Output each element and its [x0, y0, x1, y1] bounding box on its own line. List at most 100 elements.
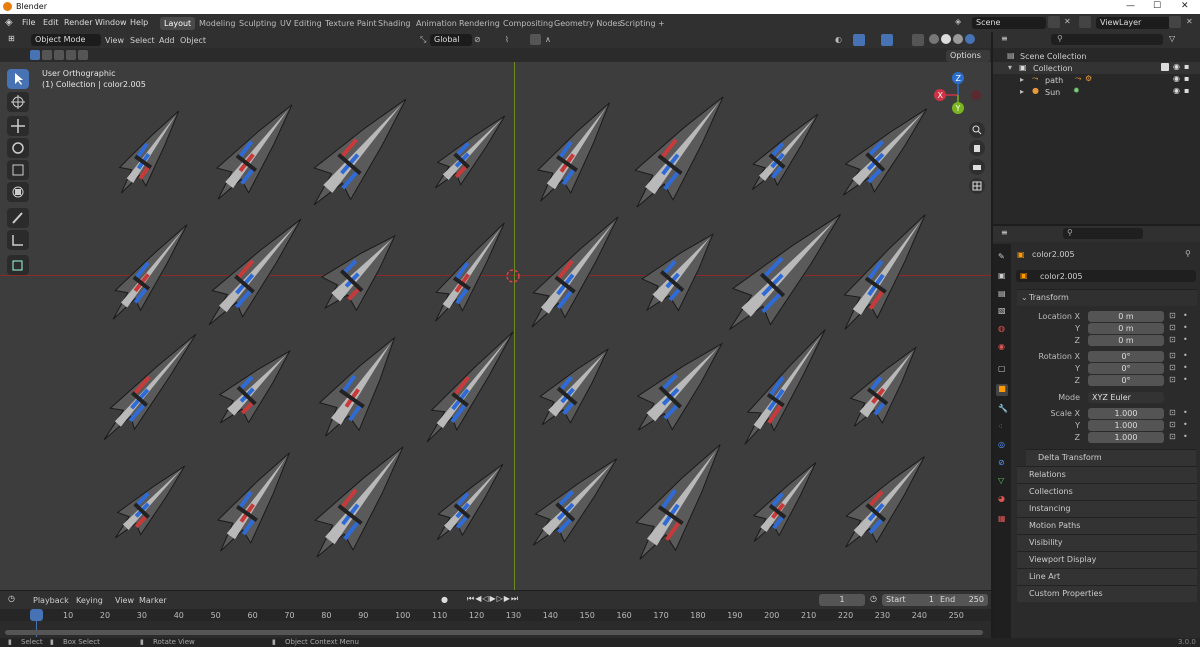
tab-uv-editing[interactable]: UV Editing	[276, 17, 326, 30]
lock-icon[interactable]: ⊡	[1169, 351, 1176, 360]
outliner-row-collection[interactable]: ▾ ▣ Collection ◉ ▪	[993, 62, 1200, 74]
spaceship-model[interactable]	[516, 205, 634, 340]
keyframe-dot-icon[interactable]: •	[1183, 375, 1188, 384]
spaceship-model[interactable]	[629, 219, 731, 326]
tab-compositing[interactable]: Compositing	[499, 17, 557, 30]
spaceship-model[interactable]	[202, 92, 307, 211]
viewport-menu-select[interactable]: Select	[130, 36, 155, 45]
outliner-editor-icon[interactable]: ≡	[1001, 34, 1008, 43]
render-tab-icon[interactable]: ▣	[998, 271, 1006, 280]
add-workspace-icon[interactable]: +	[654, 17, 669, 30]
scale-x-field[interactable]: 1.000	[1088, 408, 1164, 419]
spaceship-model[interactable]	[519, 445, 631, 559]
location-z-field[interactable]: 0 m	[1088, 335, 1164, 346]
keyframe-dot-icon[interactable]: •	[1183, 408, 1188, 417]
data-tab-icon[interactable]: ▽	[998, 476, 1004, 485]
keyframe-dot-icon[interactable]: •	[1183, 351, 1188, 360]
remove-viewlayer-icon[interactable]: ✕	[1186, 17, 1193, 26]
spaceship-model[interactable]	[100, 215, 199, 329]
spaceship-model[interactable]	[422, 214, 517, 331]
keyframe-dot-icon[interactable]: •	[1183, 335, 1188, 344]
modifier-tab-icon[interactable]: 🔧	[998, 404, 1008, 413]
output-tab-icon[interactable]: ▤	[998, 289, 1006, 298]
sun-eye-icon[interactable]: ◉	[1173, 86, 1180, 95]
keyframe-dot-icon[interactable]: •	[1183, 420, 1188, 429]
visibility-panel[interactable]: Visibility	[1017, 534, 1197, 551]
spaceship-model[interactable]	[108, 102, 192, 202]
lock-icon[interactable]: ⊡	[1169, 323, 1176, 332]
sun-expand-icon[interactable]: ▸	[1020, 87, 1024, 96]
new-viewlayer-icon[interactable]	[1169, 16, 1181, 28]
spaceship-model[interactable]	[424, 105, 516, 199]
orientation-dropdown[interactable]: Global	[430, 34, 472, 46]
blender-menu-icon[interactable]: ◈	[5, 17, 13, 28]
visibility-icon[interactable]: ◐	[835, 35, 842, 44]
spaceship-model[interactable]	[838, 335, 931, 438]
timeline-editor-icon[interactable]: ◷	[8, 594, 15, 603]
select-mode-intersect-icon[interactable]	[78, 50, 88, 60]
spaceship-model[interactable]	[831, 444, 940, 561]
viewport-display-panel[interactable]: Viewport Display	[1017, 551, 1197, 568]
menu-render[interactable]: Render	[64, 18, 92, 27]
select-mode-invert-icon[interactable]	[66, 50, 76, 60]
spaceship-model[interactable]	[298, 432, 422, 572]
physics-tab-icon[interactable]: ◎	[998, 440, 1005, 449]
timeline-menu-view[interactable]: View	[115, 596, 134, 605]
lock-icon[interactable]: ⊡	[1169, 375, 1176, 384]
current-frame-field[interactable]: 1	[819, 594, 865, 606]
lock-icon[interactable]: ⊡	[1169, 408, 1176, 417]
location-x-field[interactable]: 0 m	[1088, 311, 1164, 322]
scene-collection-label[interactable]: Scene Collection	[1020, 52, 1087, 61]
collection-tab-icon[interactable]: ▢	[998, 364, 1006, 373]
spaceship-model[interactable]	[92, 324, 208, 451]
select-mode-subtract-icon[interactable]	[54, 50, 64, 60]
overlay-icon[interactable]	[881, 34, 893, 46]
gizmo-icon[interactable]	[853, 34, 865, 46]
close-icon[interactable]: ✕	[1181, 1, 1189, 11]
spaceship-model[interactable]	[306, 324, 414, 450]
keyframe-dot-icon[interactable]: •	[1183, 311, 1188, 320]
location-y-field[interactable]: 0 m	[1088, 323, 1164, 334]
timeline-menu-keying[interactable]: Keying	[76, 596, 103, 605]
path-camera-icon[interactable]: ▪	[1184, 74, 1189, 83]
spaceship-model[interactable]	[621, 327, 739, 447]
rotation-x-field[interactable]: 0°	[1088, 351, 1164, 362]
tab-texture-paint[interactable]: Texture Paint	[321, 17, 381, 30]
collections-panel[interactable]: Collections	[1017, 483, 1197, 500]
texture-tab-icon[interactable]: ▦	[998, 514, 1006, 523]
menu-file[interactable]: File	[22, 18, 35, 27]
keyframe-dot-icon[interactable]: •	[1183, 363, 1188, 372]
filter-icon[interactable]: ▽	[1169, 34, 1175, 43]
spaceship-model[interactable]	[414, 322, 525, 452]
spaceship-model[interactable]	[524, 91, 626, 212]
lock-icon[interactable]: ⊡	[1169, 432, 1176, 441]
timeline-menu-playback[interactable]: Playback	[33, 596, 69, 605]
maximize-icon[interactable]: ☐	[1153, 1, 1161, 11]
spaceship-model[interactable]	[620, 431, 740, 573]
scale-y-field[interactable]: 1.000	[1088, 420, 1164, 431]
lock-icon[interactable]: ⊡	[1169, 363, 1176, 372]
spaceship-model[interactable]	[711, 196, 860, 347]
custom-properties-panel[interactable]: Custom Properties	[1017, 585, 1197, 602]
viewport-options-button[interactable]: Options	[946, 50, 990, 62]
viewport-menu-object[interactable]: Object	[180, 36, 206, 45]
playhead[interactable]	[30, 609, 43, 621]
tab-geometry-nodes[interactable]: Geometry Nodes	[550, 17, 625, 30]
instancing-panel[interactable]: Instancing	[1017, 500, 1197, 517]
menu-help[interactable]: Help	[130, 18, 148, 27]
properties-editor-icon[interactable]: ≡	[1001, 228, 1008, 237]
end-frame-field[interactable]: End 250	[936, 594, 988, 606]
viewlayer-icon[interactable]	[1079, 16, 1091, 28]
rotation-z-field[interactable]: 0°	[1088, 375, 1164, 386]
spaceship-model[interactable]	[740, 104, 830, 200]
keyframe-dot-icon[interactable]: •	[1183, 323, 1188, 332]
line-art-panel[interactable]: Line Art	[1017, 568, 1197, 585]
spaceship-model[interactable]	[194, 206, 316, 338]
tab-animation[interactable]: Animation	[412, 17, 461, 30]
transform-panel-header[interactable]: ⌄ Transform	[1017, 289, 1197, 306]
tab-shading[interactable]: Shading	[374, 17, 415, 30]
lock-icon[interactable]: ⊡	[1169, 420, 1176, 429]
spaceship-model[interactable]	[828, 203, 941, 341]
menu-edit[interactable]: Edit	[43, 18, 59, 27]
object-name-field[interactable]: ▣ color2.005	[1016, 270, 1196, 282]
